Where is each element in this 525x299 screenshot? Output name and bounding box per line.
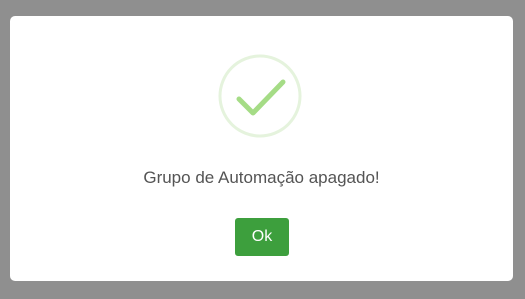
success-check-icon — [218, 54, 302, 138]
alert-dialog: Grupo de Automação apagado! Ok — [10, 16, 513, 281]
ok-button[interactable]: Ok — [235, 218, 289, 256]
dialog-message: Grupo de Automação apagado! — [143, 168, 380, 187]
